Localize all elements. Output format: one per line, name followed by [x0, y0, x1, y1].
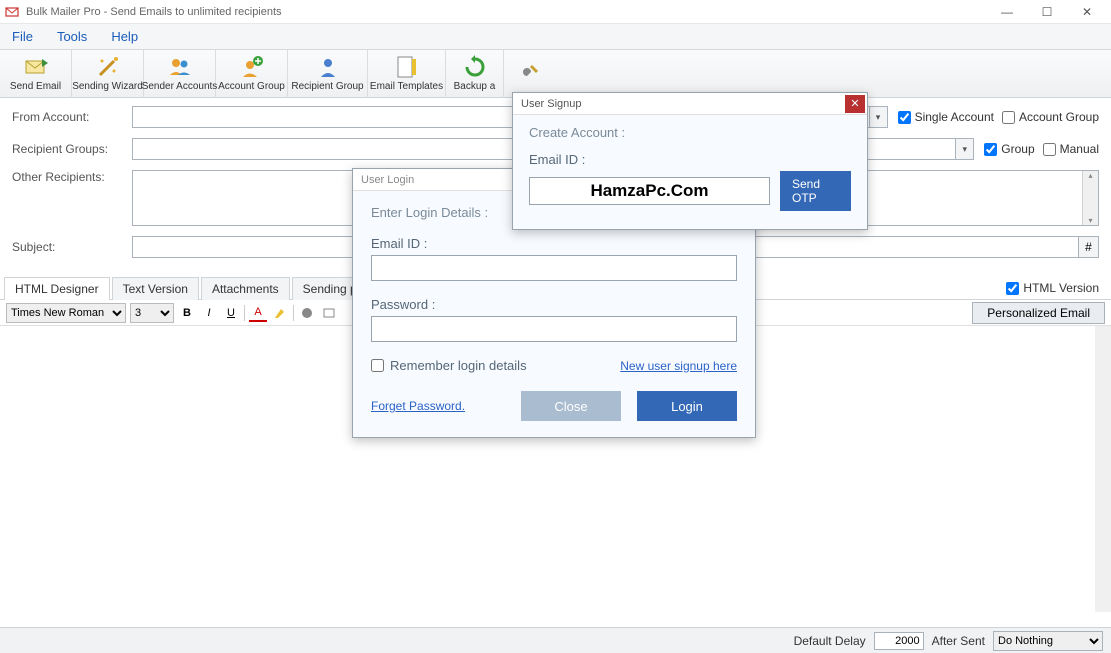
titlebar: Bulk Mailer Pro - Send Emails to unlimit…: [0, 0, 1111, 24]
account-group-button[interactable]: Account Group: [216, 50, 288, 98]
recipient-icon: [316, 55, 340, 79]
send-otp-button[interactable]: Send OTP: [780, 171, 851, 211]
recipient-groups-label: Recipient Groups:: [12, 142, 132, 156]
chevron-down-icon: ▾: [955, 139, 973, 159]
personalized-email-button[interactable]: Personalized Email: [972, 302, 1105, 324]
html-version-checkbox[interactable]: HTML Version: [1006, 281, 1099, 295]
link-button[interactable]: [298, 304, 316, 322]
chevron-down-icon: ▾: [869, 107, 887, 127]
signup-email-input[interactable]: [529, 177, 770, 205]
font-select[interactable]: Times New Roman: [6, 303, 126, 323]
menu-file[interactable]: File: [6, 27, 39, 46]
refresh-icon: [463, 55, 487, 79]
backup-button[interactable]: Backup a: [446, 50, 504, 98]
manual-text: Manual: [1060, 142, 1099, 156]
envelope-icon: [24, 55, 48, 79]
account-group-label: Account Group: [218, 81, 285, 92]
minimize-button[interactable]: —: [987, 0, 1027, 24]
image-button[interactable]: [320, 304, 338, 322]
signup-close-button[interactable]: ✕: [845, 95, 865, 113]
group-checkbox[interactable]: Group: [984, 142, 1034, 156]
wand-icon: [96, 55, 120, 79]
login-password-input[interactable]: [371, 316, 737, 342]
sender-accounts-button[interactable]: Sender Accounts: [144, 50, 216, 98]
after-sent-select[interactable]: Do Nothing: [993, 631, 1103, 651]
backup-label: Backup a: [454, 81, 496, 92]
menu-help[interactable]: Help: [105, 27, 144, 46]
toolbar: Send Email Sending Wizard Sender Account…: [0, 50, 1111, 98]
account-group-checkbox[interactable]: Account Group: [1002, 110, 1099, 124]
menu-tools[interactable]: Tools: [51, 27, 93, 46]
app-icon: [4, 4, 20, 20]
sender-accounts-label: Sender Accounts: [142, 81, 218, 92]
remember-checkbox[interactable]: Remember login details: [371, 358, 527, 373]
scrollbar[interactable]: [1095, 326, 1111, 612]
window-title: Bulk Mailer Pro - Send Emails to unlimit…: [26, 6, 987, 18]
recipient-group-label: Recipient Group: [291, 81, 363, 92]
other-recipients-label: Other Recipients:: [12, 170, 132, 184]
user-plus-icon: [240, 55, 264, 79]
login-button[interactable]: Login: [637, 391, 737, 421]
account-group-text: Account Group: [1019, 110, 1099, 124]
email-templates-label: Email Templates: [370, 81, 443, 92]
settings-button[interactable]: [504, 50, 554, 98]
forgot-password-link[interactable]: Forget Password.: [371, 399, 505, 413]
from-account-label: From Account:: [12, 110, 132, 124]
wrench-icon: [517, 62, 541, 86]
remember-text: Remember login details: [390, 358, 527, 373]
signup-dialog-title: User Signup: [521, 98, 845, 110]
signup-link[interactable]: New user signup here: [620, 359, 737, 373]
signup-legend: Create Account :: [529, 125, 851, 140]
login-password-label: Password :: [371, 297, 737, 312]
html-version-text: HTML Version: [1023, 281, 1099, 295]
tab-text-version[interactable]: Text Version: [112, 277, 199, 300]
send-email-label: Send Email: [10, 81, 61, 92]
after-sent-label: After Sent: [932, 634, 985, 648]
recipient-group-button[interactable]: Recipient Group: [288, 50, 368, 98]
font-color-button[interactable]: A: [249, 304, 267, 322]
tab-attachments[interactable]: Attachments: [201, 277, 290, 300]
single-account-checkbox[interactable]: Single Account: [898, 110, 994, 124]
group-text: Group: [1001, 142, 1034, 156]
template-icon: [395, 55, 419, 79]
menubar: File Tools Help: [0, 24, 1111, 50]
highlight-button[interactable]: [271, 304, 289, 322]
sending-wizard-button[interactable]: Sending Wizard: [72, 50, 144, 98]
signup-email-label: Email ID :: [529, 152, 851, 167]
sending-wizard-label: Sending Wizard: [72, 81, 143, 92]
send-email-button[interactable]: Send Email: [0, 50, 72, 98]
bold-button[interactable]: B: [178, 304, 196, 322]
signup-dialog: User Signup ✕ Create Account : Email ID …: [512, 92, 868, 230]
size-select[interactable]: 3: [130, 303, 174, 323]
underline-button[interactable]: U: [222, 304, 240, 322]
italic-button[interactable]: I: [200, 304, 218, 322]
login-close-button[interactable]: Close: [521, 391, 621, 421]
email-templates-button[interactable]: Email Templates: [368, 50, 446, 98]
manual-checkbox[interactable]: Manual: [1043, 142, 1099, 156]
close-window-button[interactable]: ✕: [1067, 0, 1107, 24]
single-account-text: Single Account: [915, 110, 994, 124]
users-icon: [168, 55, 192, 79]
login-email-input[interactable]: [371, 255, 737, 281]
scrollbar[interactable]: ▴▾: [1082, 171, 1098, 225]
hash-button[interactable]: #: [1079, 236, 1099, 258]
maximize-button[interactable]: ☐: [1027, 0, 1067, 24]
tab-html-designer[interactable]: HTML Designer: [4, 277, 110, 300]
default-delay-label: Default Delay: [794, 634, 866, 648]
login-email-label: Email ID :: [371, 236, 737, 251]
default-delay-input[interactable]: [874, 632, 924, 650]
subject-label: Subject:: [12, 240, 132, 254]
statusbar: Default Delay After Sent Do Nothing: [0, 627, 1111, 653]
